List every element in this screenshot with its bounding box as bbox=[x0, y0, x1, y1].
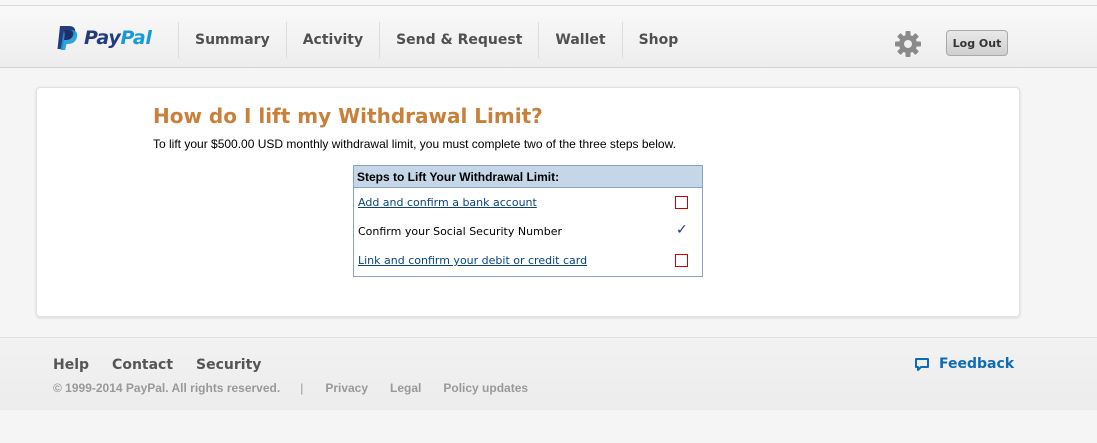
add-bank-account-link[interactable]: Add and confirm a bank account bbox=[358, 196, 537, 209]
feedback-button[interactable]: Feedback bbox=[914, 356, 1014, 372]
footer-links: Help Contact Security bbox=[53, 357, 284, 373]
legal-separator: | bbox=[300, 381, 304, 395]
paypal-logo[interactable]: PayPal bbox=[56, 25, 152, 51]
step-row-card: Link and confirm your debit or credit ca… bbox=[354, 246, 702, 275]
logout-button[interactable]: Log Out bbox=[946, 30, 1008, 56]
footer-contact-link[interactable]: Contact bbox=[112, 357, 173, 373]
legal-bar: © 1999-2014 PayPal. All rights reserved.… bbox=[53, 381, 550, 395]
steps-header: Steps to Lift Your Withdrawal Limit: bbox=[354, 166, 702, 188]
nav-activity[interactable]: Activity bbox=[285, 22, 379, 58]
wordmark-pal: Pal bbox=[120, 27, 152, 49]
gear-icon[interactable] bbox=[894, 30, 922, 58]
legal-link[interactable]: Legal bbox=[390, 381, 421, 395]
footer: Help Contact Security © 1999-2014 PayPal… bbox=[0, 337, 1097, 410]
step-incomplete-checkbox bbox=[675, 254, 688, 267]
policy-updates-link[interactable]: Policy updates bbox=[443, 381, 528, 395]
checkmark-icon: ✓ bbox=[676, 222, 688, 238]
footer-security-link[interactable]: Security bbox=[196, 357, 261, 373]
nav-wallet[interactable]: Wallet bbox=[538, 22, 621, 58]
privacy-link[interactable]: Privacy bbox=[325, 381, 368, 395]
nav-summary[interactable]: Summary bbox=[178, 22, 286, 58]
wordmark-pay: Pay bbox=[84, 27, 121, 49]
link-card-link[interactable]: Link and confirm your debit or credit ca… bbox=[358, 254, 587, 267]
footer-help-link[interactable]: Help bbox=[53, 357, 89, 373]
main-card: How do I lift my Withdrawal Limit? To li… bbox=[36, 87, 1020, 317]
main-nav: Summary Activity Send & Request Wallet S… bbox=[178, 22, 694, 58]
intro-text: To lift your $500.00 USD monthly withdra… bbox=[153, 137, 676, 151]
paypal-wordmark: PayPal bbox=[84, 27, 152, 49]
paypal-logo-icon bbox=[57, 26, 78, 50]
step-row-bank: Add and confirm a bank account bbox=[354, 188, 702, 217]
feedback-label: Feedback bbox=[939, 356, 1015, 372]
confirm-ssn-text: Confirm your Social Security Number bbox=[358, 225, 563, 238]
nav-send-request[interactable]: Send & Request bbox=[379, 22, 538, 58]
steps-table: Steps to Lift Your Withdrawal Limit: Add… bbox=[353, 165, 703, 277]
speech-bubble-icon bbox=[915, 357, 929, 371]
step-row-ssn: Confirm your Social Security Number ✓ bbox=[354, 217, 702, 246]
copyright-text: © 1999-2014 PayPal. All rights reserved. bbox=[53, 381, 281, 395]
step-incomplete-checkbox bbox=[675, 196, 688, 209]
page-title: How do I lift my Withdrawal Limit? bbox=[153, 104, 543, 128]
nav-shop[interactable]: Shop bbox=[621, 22, 695, 58]
header: PayPal Summary Activity Send & Request W… bbox=[0, 6, 1097, 68]
